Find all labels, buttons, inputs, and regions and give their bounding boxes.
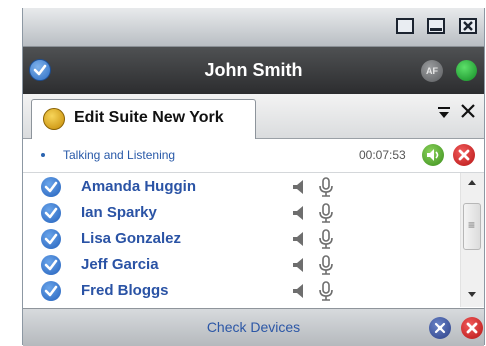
microphone-icon[interactable] <box>319 177 333 197</box>
scroll-down-icon[interactable] <box>468 292 476 297</box>
check-icon <box>41 229 61 249</box>
window-close-icon[interactable] <box>459 18 477 34</box>
af-badge-icon[interactable]: AF <box>421 60 443 82</box>
hangup-icon[interactable] <box>453 144 475 166</box>
status-bullet <box>41 153 45 157</box>
call-timer: 00:07:53 <box>359 148 406 162</box>
microphone-icon[interactable] <box>319 229 333 249</box>
settings-icon[interactable] <box>429 317 451 339</box>
list-item[interactable]: Ian Sparky <box>23 201 460 227</box>
speaker-icon[interactable] <box>422 144 444 166</box>
presence-status-icon <box>456 60 477 81</box>
tab-close-icon[interactable] <box>459 102 477 124</box>
speaker-muted-icon[interactable] <box>292 257 308 273</box>
microphone-icon[interactable] <box>319 255 333 275</box>
room-status-icon <box>43 108 65 130</box>
microphone-icon[interactable] <box>319 203 333 223</box>
close-icon[interactable] <box>461 317 483 339</box>
list-scrollbar[interactable] <box>460 173 484 307</box>
user-name: John Smith <box>204 60 303 80</box>
participant-name: Jeff Garcia <box>81 256 159 273</box>
scroll-up-icon[interactable] <box>468 180 476 185</box>
microphone-icon[interactable] <box>319 281 333 301</box>
check-icon <box>41 203 61 223</box>
check-icon <box>41 281 61 301</box>
list-item[interactable]: Jeff Garcia <box>23 253 460 279</box>
scroll-thumb[interactable] <box>463 203 481 250</box>
restore-icon[interactable] <box>396 18 414 34</box>
speaker-muted-icon[interactable] <box>292 231 308 247</box>
speaker-muted-icon[interactable] <box>292 179 308 195</box>
footer-bar: Check Devices <box>23 308 484 346</box>
list-item[interactable]: Lisa Gonzalez <box>23 227 460 253</box>
speaker-muted-icon[interactable] <box>292 205 308 221</box>
check-icon <box>41 177 61 197</box>
title-bar <box>23 8 484 47</box>
list-item[interactable]: Amanda Huggin <box>23 175 460 201</box>
participant-name: Lisa Gonzalez <box>81 230 182 247</box>
minimize-icon[interactable] <box>427 18 445 34</box>
call-status-row: Talking and Listening 00:07:53 <box>23 139 484 173</box>
participant-name: Amanda Huggin <box>81 178 196 195</box>
dropdown-icon[interactable] <box>437 106 451 122</box>
call-status-text: Talking and Listening <box>63 148 176 162</box>
check-icon <box>41 255 61 275</box>
check-devices-link[interactable]: Check Devices <box>23 319 484 335</box>
participant-name: Fred Bloggs <box>81 282 169 299</box>
conference-window: John Smith AF Edit Suite New York Talkin… <box>22 8 485 346</box>
tab-strip: Edit Suite New York <box>23 94 484 139</box>
speaker-muted-icon[interactable] <box>292 283 308 299</box>
participant-list: Amanda Huggin Ian Sparky Lisa Gonzalez J… <box>23 173 460 307</box>
tab-label: Edit Suite New York <box>74 109 224 126</box>
user-header: John Smith AF <box>23 47 484 94</box>
list-item[interactable]: Fred Bloggs <box>23 279 460 305</box>
tab-edit-suite[interactable]: Edit Suite New York <box>31 99 256 139</box>
participant-name: Ian Sparky <box>81 204 157 221</box>
